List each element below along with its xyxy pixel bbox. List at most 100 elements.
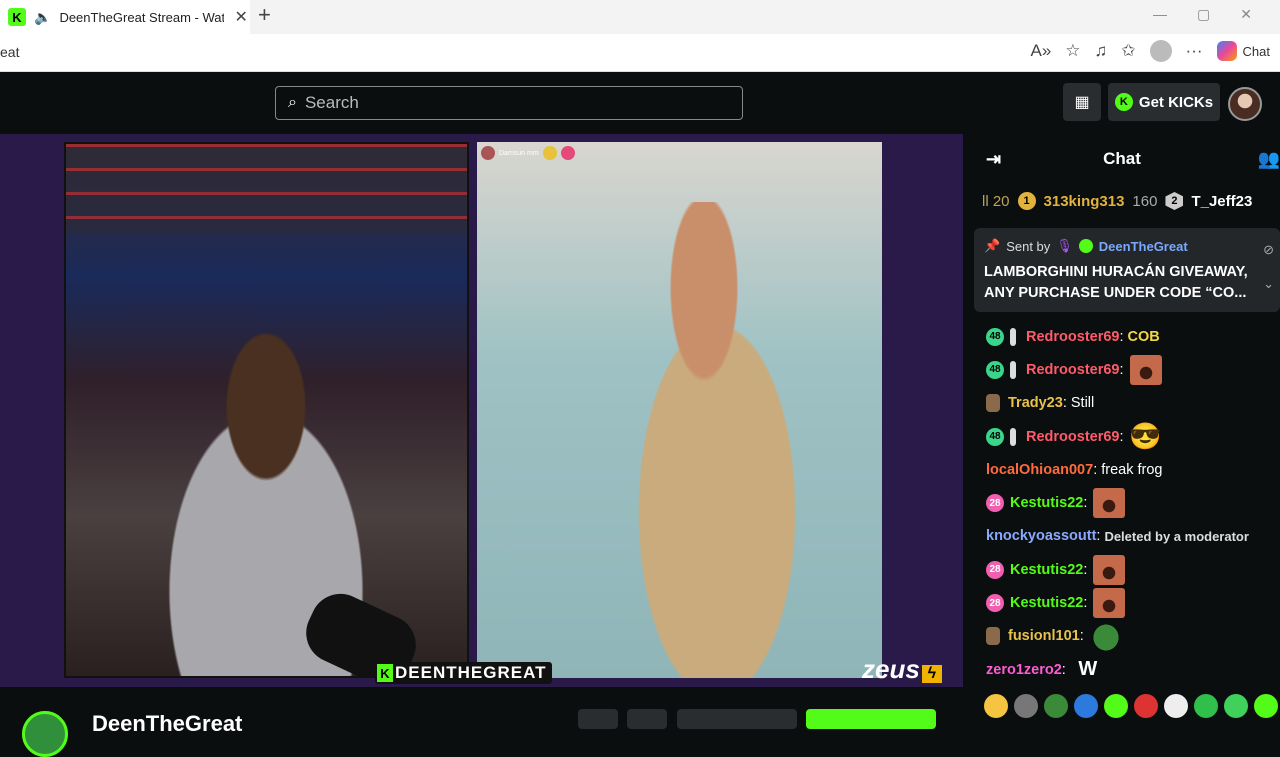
face-emote[interactable] [1093,488,1126,519]
chat-username[interactable]: localOhioan007 [986,462,1093,478]
leader-name[interactable]: T_Jeff23 [1191,193,1252,210]
chat-username[interactable]: knockyoassoutt [986,528,1096,544]
url-field[interactable]: eat [0,44,19,60]
emote-icon[interactable] [1224,694,1248,718]
copilot-button[interactable]: Chat [1216,41,1270,61]
face-emote[interactable] [1129,354,1162,385]
quick-emote-bar [984,694,1278,718]
read-aloud-icon[interactable]: A» [1031,41,1052,61]
message-text: COB [1127,328,1160,345]
message-text: freak frog [1101,461,1163,478]
colon: : [1093,461,1102,478]
rank-badge: 1 [1017,192,1036,210]
emote-icon[interactable] [1044,694,1068,718]
sponsor-text: zeus [862,654,920,684]
emote-icon[interactable] [1104,694,1128,718]
emote-icon[interactable] [1014,694,1038,718]
library-button[interactable]: ▦ [1063,83,1101,121]
kick-logo-icon: K [377,664,393,682]
browser-tab[interactable]: K 🔈 DeenTheGreat Stream - Watch ✕ [0,0,250,34]
pinned-message: 📌 Sent by 🎙 DeenTheGreat LAMBORGHINI HUR… [974,228,1280,312]
channel-name[interactable]: DeenTheGreat [92,711,242,737]
chat-message: zero1zero2: W [986,653,1276,686]
emote-icon[interactable] [1134,694,1158,718]
leader-name[interactable]: 313king313 [1044,193,1125,210]
channel-action-button[interactable] [578,709,618,729]
close-tab-icon[interactable]: ✕ [234,7,247,27]
search-box[interactable]: ⌕ [275,86,743,120]
chat-username[interactable]: Redrooster69 [1026,329,1119,345]
video-player[interactable]: Damsun mm K DEENTHEGREAT zeus ϟ [0,134,963,687]
chat-message-list: 48 Redrooster69: COB 48 Redrooster69: Tr… [986,320,1276,686]
minimize-icon[interactable]: — [1153,6,1167,23]
hide-pinned-icon[interactable]: ⊘ [1263,242,1274,258]
browser-tab-bar: K 🔈 DeenTheGreat Stream - Watch ✕ + — ▢ … [0,0,1280,34]
chat-message: knockyoassoutt: Deleted by a moderator [986,520,1276,553]
emote-icon[interactable] [1164,694,1188,718]
chat-username[interactable]: Kestutis22 [1010,495,1083,511]
emote-icon[interactable] [1194,694,1218,718]
chat-username[interactable]: Trady23 [1008,395,1063,411]
maximize-icon[interactable]: ▢ [1197,6,1210,23]
chat-message: Trady23: Still [986,387,1276,420]
new-tab-icon[interactable]: + [258,2,271,28]
speaker-icon[interactable]: 🔈 [34,9,51,26]
profile-icon[interactable] [1149,40,1172,62]
guest-figure [587,202,847,678]
emote-icon[interactable] [1254,694,1278,718]
leader-count: 20 [992,192,1010,210]
emote-icon[interactable] [1074,694,1098,718]
leaderboard-entry[interactable]: ll 20 [982,193,1010,210]
guest-camera-feed: Damsun mm [477,142,882,678]
expand-pinned-icon[interactable]: ⌄ [1263,276,1274,292]
pinned-sender-name[interactable]: DeenTheGreat [1099,239,1188,254]
follow-button[interactable] [806,709,936,729]
subscriber-badge: 28 [986,494,1004,513]
w-emote[interactable]: W [1072,655,1104,685]
favorites-icon[interactable]: ✩ [1121,41,1135,61]
guest-name: Damsun mm [499,149,539,157]
channel-watermark: K DEENTHEGREAT [375,662,553,684]
subscriber-badge: 28 [986,560,1004,579]
chat-username[interactable]: zero1zero2 [986,662,1062,678]
more-menu-icon[interactable]: ··· [1186,41,1203,61]
subscriber-badge: 48 [986,427,1004,446]
user-avatar[interactable] [1228,87,1262,121]
frog-emote[interactable] [1089,621,1122,652]
chat-panel: ⇥ Chat 👥 ll 20 1 313king313 160 2 T_Jeff… [964,134,1280,720]
collapse-chat-icon[interactable]: ⇥ [986,149,1001,170]
verified-badge-icon [1078,239,1093,253]
colon: : [1096,528,1101,545]
channel-avatar[interactable] [22,711,68,757]
chat-username[interactable]: Kestutis22 [1010,562,1083,578]
gift-icon [542,146,557,160]
leader-count: 160 [1132,192,1158,210]
search-input[interactable] [304,93,725,113]
sunglasses-emote[interactable]: 😎 [1129,421,1161,452]
get-kicks-label: Get KICKs [1138,93,1214,111]
face-emote[interactable] [1093,588,1126,619]
sent-by-label: Sent by [1006,238,1051,254]
bolt-icon: ϟ [921,665,942,683]
users-icon[interactable]: 👥 [1258,149,1280,170]
face-emote[interactable] [1093,554,1126,585]
emote-icon[interactable] [984,694,1008,718]
colon: : [1062,395,1071,412]
colon: : [1119,328,1124,345]
chat-username[interactable]: fusionl101 [1008,628,1080,644]
watermark-text: DEENTHEGREAT [395,663,547,682]
address-bar: eat A» ☆ ♫ ✩ ··· Chat [0,34,1280,72]
channel-action-button[interactable] [677,709,797,729]
copilot-label: Chat [1242,43,1270,59]
media-icon[interactable]: ♫ [1095,41,1108,61]
close-window-icon[interactable]: ✕ [1240,6,1252,23]
channel-action-button[interactable] [627,709,667,729]
chat-username[interactable]: Redrooster69 [1026,362,1119,378]
favorite-star-icon[interactable]: ☆ [1065,41,1080,61]
chat-username[interactable]: Kestutis22 [1010,595,1083,611]
chat-username[interactable]: Redrooster69 [1026,429,1119,445]
chat-message: 48 Redrooster69: 😎 [986,420,1276,453]
pin-icon: 📌 [984,238,1001,253]
kicks-coin-icon: K [1114,93,1133,111]
get-kicks-button[interactable]: K Get KICKs [1108,83,1220,121]
